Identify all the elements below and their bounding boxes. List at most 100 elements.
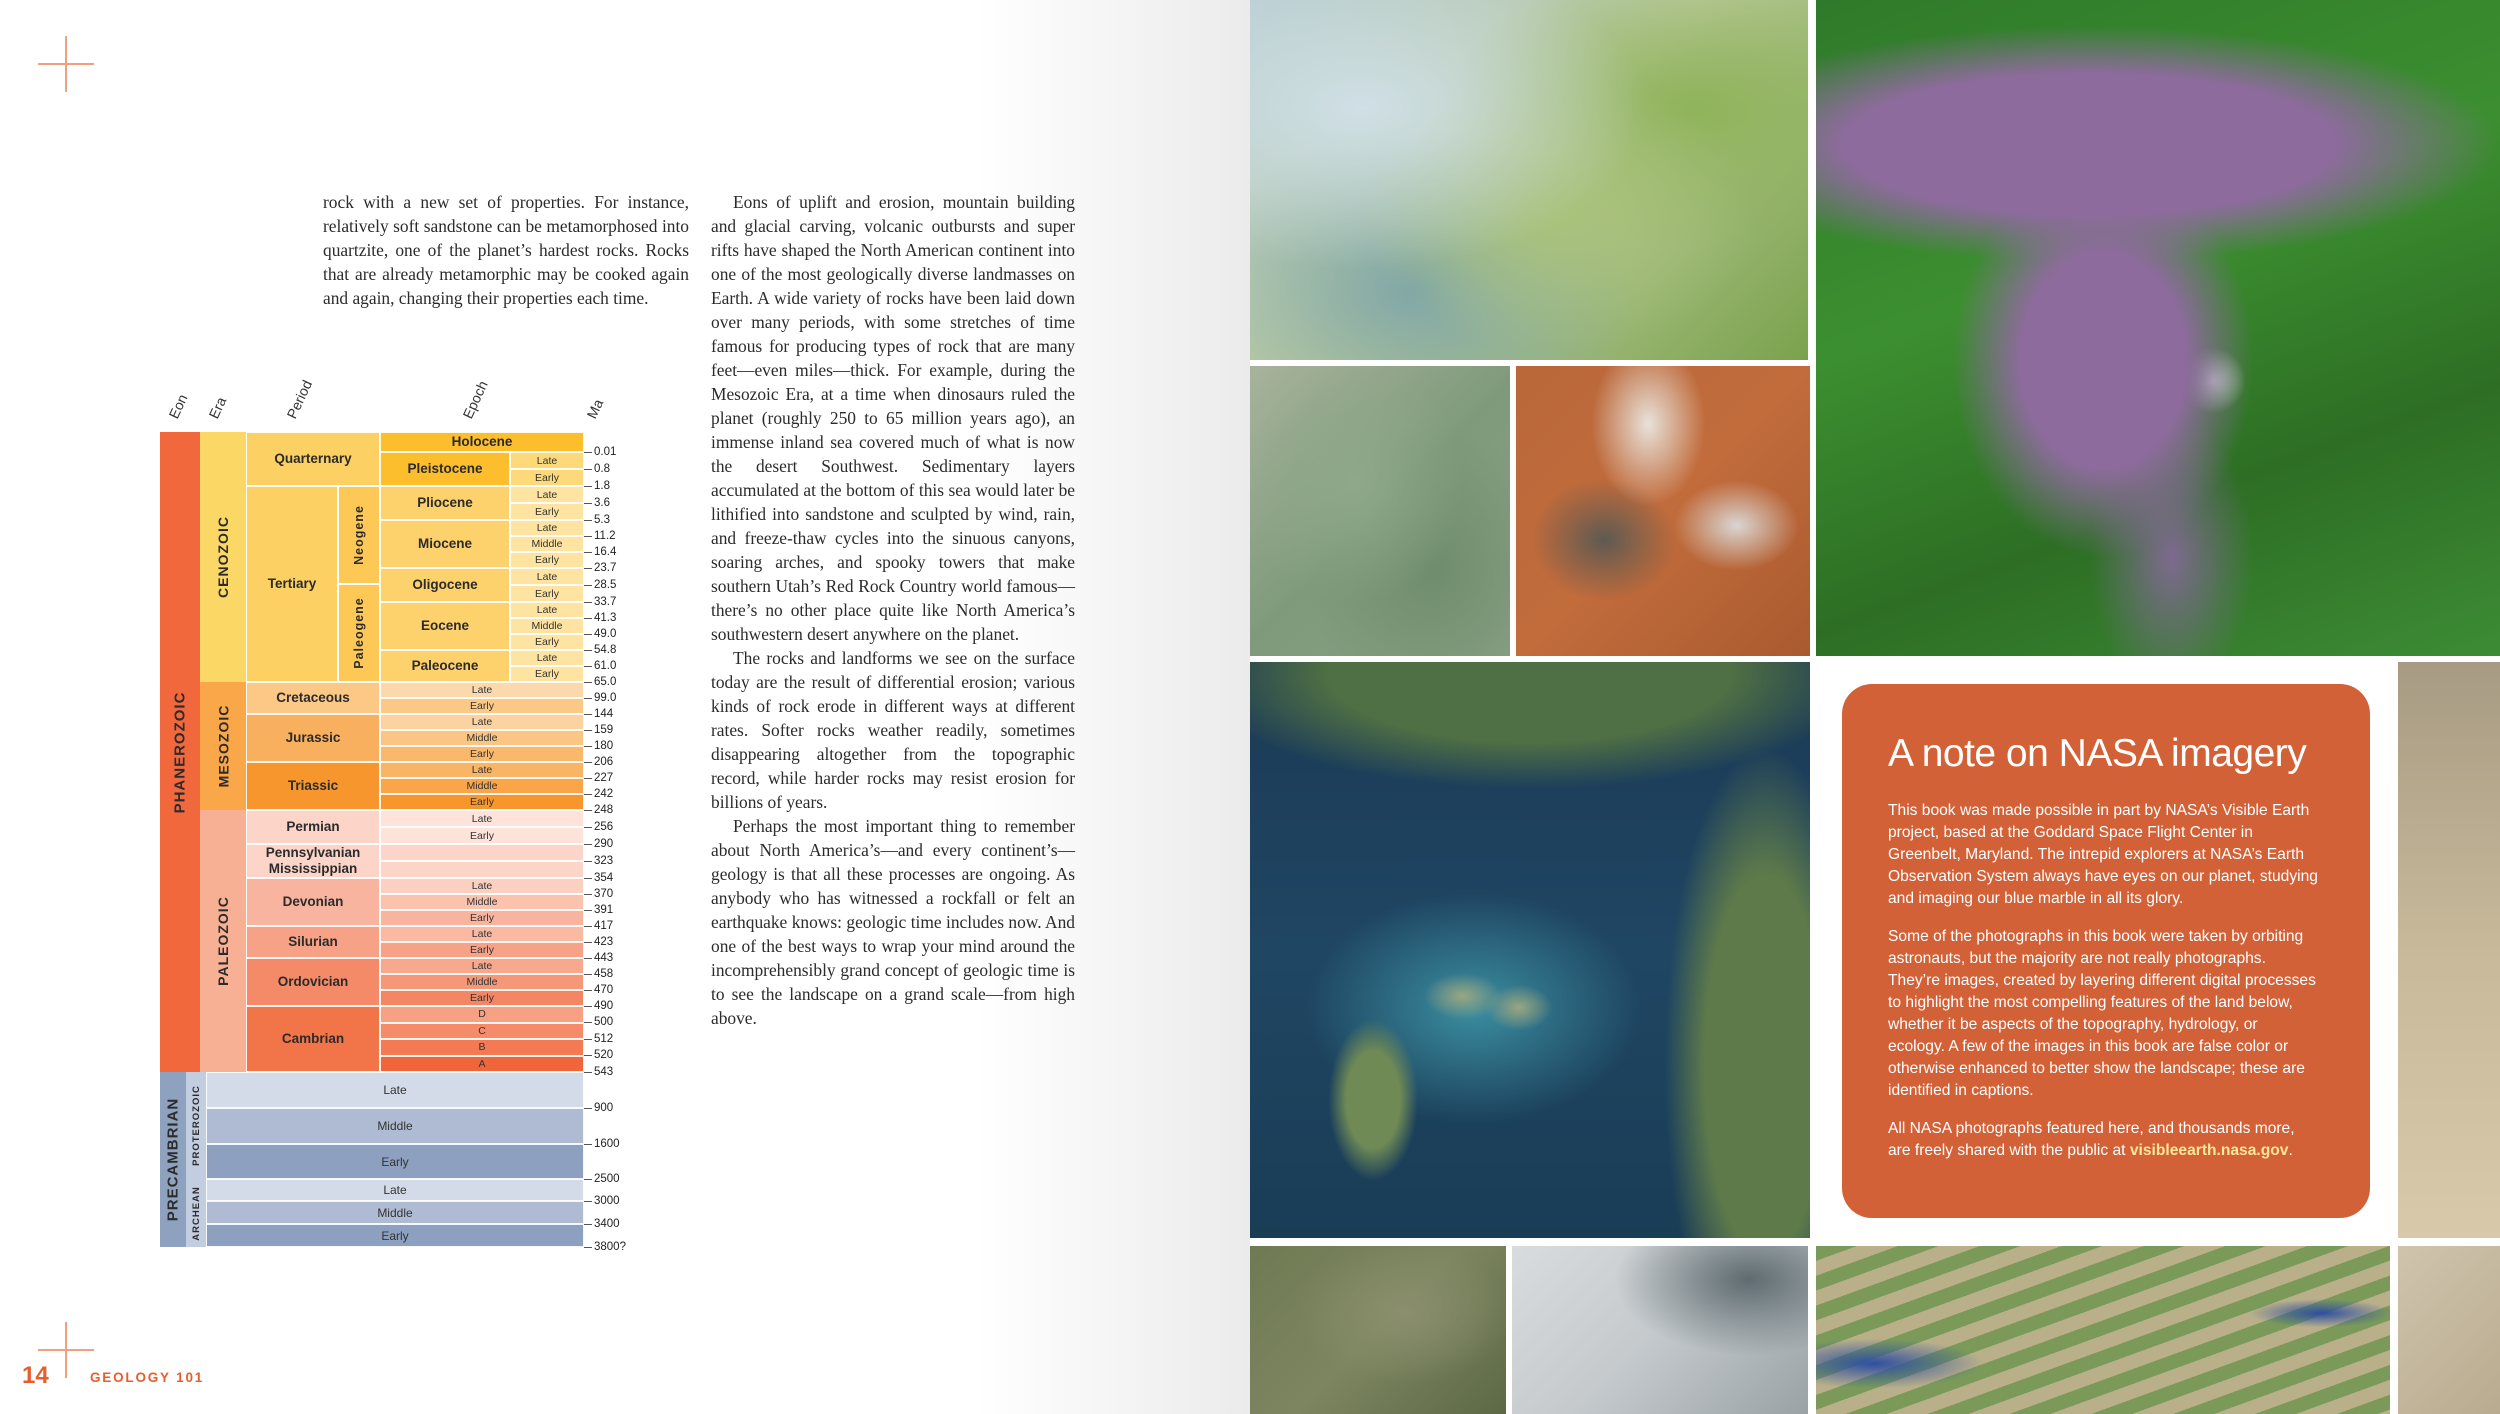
ma-tick — [584, 958, 592, 959]
sub-early: Early — [380, 746, 584, 762]
ma-label: 61.0 — [594, 660, 617, 672]
era-paleozoic: PALEOZOIC — [200, 810, 246, 1072]
sub-early: Early — [510, 552, 584, 568]
sub-late: Late — [380, 682, 584, 698]
period-ordovician: Ordovician — [246, 958, 380, 1006]
period-cambrian: Cambrian — [246, 1006, 380, 1072]
epoch-paleocene: Paleocene — [380, 650, 510, 682]
sub-early: Early — [380, 910, 584, 926]
ma-tick — [584, 486, 592, 487]
ma-tick — [584, 682, 592, 683]
ma-label: 417 — [594, 920, 614, 932]
ma-label: 520 — [594, 1049, 614, 1061]
note-title: A note on NASA imagery — [1888, 732, 2307, 775]
satellite-photo-canyon-red — [1516, 366, 1810, 656]
body-column-1: rock with a new set of properties. For i… — [323, 190, 689, 310]
ma-label: 3.6 — [594, 497, 610, 509]
ma-label: 512 — [594, 1033, 614, 1045]
running-head: GEOLOGY 101 — [90, 1370, 205, 1385]
ma-label: 28.5 — [594, 579, 617, 591]
header-epoch: Epoch — [459, 378, 491, 421]
ma-tick — [584, 650, 592, 651]
header-era: Era — [205, 394, 230, 421]
ma-tick — [584, 810, 592, 811]
epoch-pliocene: Pliocene — [380, 486, 510, 520]
paragraph: Eons of uplift and erosion, mountain bui… — [711, 192, 1075, 644]
ma-label: 458 — [594, 968, 614, 980]
sub-early: Early — [380, 698, 584, 714]
ma-label: 159 — [594, 724, 614, 736]
nasa-note-box: A note on NASA imagery This book was mad… — [1842, 684, 2370, 1218]
sub-late: Late — [510, 650, 584, 666]
ma-label: 248 — [594, 804, 614, 816]
ma-tick — [584, 469, 592, 470]
ma-label: 3400 — [594, 1218, 620, 1230]
ma-tick — [584, 536, 592, 537]
ma-tick — [584, 746, 592, 747]
note-paragraph-3: All NASA photographs featured here, and … — [1888, 1120, 2295, 1159]
ma-tick — [584, 926, 592, 927]
ma-tick — [584, 618, 592, 619]
paragraph: The rocks and landforms we see on the su… — [711, 648, 1075, 812]
satellite-photo-edge-top — [2398, 662, 2500, 1238]
epoch-eocene: Eocene — [380, 602, 510, 650]
period-jurassic: Jurassic — [246, 714, 380, 762]
ma-tick — [584, 1144, 592, 1145]
ma-label: 3800? — [594, 1241, 626, 1253]
sub-late: Late — [510, 602, 584, 618]
ma-tick — [584, 1039, 592, 1040]
satellite-photo-delta — [1250, 0, 1808, 360]
header-period: Period — [283, 377, 316, 421]
ma-label: 206 — [594, 756, 614, 768]
archean-late: Late — [206, 1179, 584, 1201]
sub-early: Early — [510, 634, 584, 650]
visible-earth-link[interactable]: visibleearth.nasa.gov — [2130, 1142, 2289, 1159]
period-cretaceous: Cretaceous — [246, 682, 380, 714]
ma-label: 391 — [594, 904, 614, 916]
satellite-photo-mountains — [1250, 1246, 1506, 1414]
ma-tick — [584, 778, 592, 779]
crop-mark-top — [38, 36, 94, 92]
ma-tick — [584, 894, 592, 895]
ma-label: 354 — [594, 872, 614, 884]
ma-label: 16.4 — [594, 546, 617, 558]
ma-tick — [584, 1006, 592, 1007]
sub-early: Early — [380, 942, 584, 958]
header-ma: Ma — [583, 396, 607, 421]
ma-tick — [584, 585, 592, 586]
ma-tick — [584, 1072, 592, 1073]
period-neogene: Neogene — [338, 486, 380, 584]
epoch-holocene: Holocene — [380, 432, 584, 452]
ma-tick — [584, 452, 592, 453]
ma-tick — [584, 762, 592, 763]
ma-label: 290 — [594, 838, 614, 850]
ma-tick — [584, 1022, 592, 1023]
ma-tick — [584, 1201, 592, 1202]
proterozoic-middle: Middle — [206, 1108, 584, 1144]
ma-label: 323 — [594, 855, 614, 867]
epoch-pleistocene: Pleistocene — [380, 452, 510, 486]
sub-late: Late — [380, 762, 584, 778]
era-cenozoic: CENOZOIC — [200, 432, 246, 682]
paragraph: Perhaps the most important thing to reme… — [711, 816, 1075, 1028]
ma-label: 0.8 — [594, 463, 610, 475]
ma-tick — [584, 1247, 592, 1248]
proterozoic-early: Early — [206, 1144, 584, 1179]
ma-tick — [584, 1179, 592, 1180]
era-proterozoic: PROTEROZOIC — [186, 1072, 206, 1179]
ma-label: 543 — [594, 1066, 614, 1078]
ma-tick — [584, 844, 592, 845]
sub-late: Late — [380, 810, 584, 827]
ma-tick — [584, 552, 592, 553]
ma-label: 1600 — [594, 1138, 620, 1150]
paragraph: rock with a new set of properties. For i… — [323, 192, 689, 308]
era-archean: ARCHEAN — [186, 1179, 206, 1247]
note-paragraph-2: Some of the photographs in this book wer… — [1888, 928, 2316, 1099]
ma-label: 33.7 — [594, 596, 617, 608]
eon-phanerozoic: PHANEROZOIC — [160, 432, 200, 1072]
ma-label: 370 — [594, 888, 614, 900]
ma-tick — [584, 520, 592, 521]
sub-early: Early — [510, 585, 584, 602]
period-tertiary: Tertiary — [246, 486, 338, 682]
ma-label: 41.3 — [594, 612, 617, 624]
